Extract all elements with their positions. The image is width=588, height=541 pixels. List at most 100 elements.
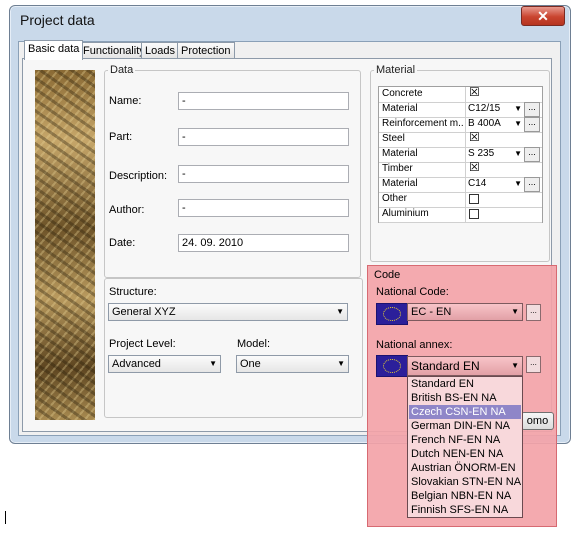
annex-option[interactable]: Belgian NBN-EN NA [409,489,521,503]
material-row-value-cell: ☒ [465,131,543,147]
chevron-down-icon: ▼ [209,359,217,368]
material-row: Material C14 ▼... [379,177,542,193]
chevron-down-icon: ▼ [337,359,345,368]
close-button[interactable]: ✕ [521,6,565,26]
material-more-button[interactable]: ... [524,102,540,117]
code-legend: Code [374,269,401,281]
material-row-label: Material [382,178,418,189]
material-grid: Concrete ☒ Material C12/15 ▼... Reinforcement… [378,86,543,223]
national-annex-value: Standard EN [411,359,480,373]
material-legend: Material [376,64,416,76]
material-row-value-cell: C14 ▼... [465,177,543,192]
annex-option[interactable]: Czech CSN-EN NA [409,405,521,419]
annex-option[interactable]: Standard EN [409,377,521,391]
eu-flag-icon [376,355,408,377]
structure-value: General XYZ [112,306,176,318]
material-more-button[interactable]: ... [524,147,540,162]
part-label: Part: [109,131,133,143]
chevron-down-icon: ▼ [336,307,344,316]
material-row-label: Material [382,148,418,159]
national-code-label: National Code: [376,286,449,298]
material-row-label: Aluminium [382,208,429,219]
material-checkbox[interactable] [469,194,479,204]
material-row-value-cell [465,207,543,222]
material-row: Timber ☒ [379,161,542,178]
name-input[interactable]: - [178,92,349,110]
material-checkbox[interactable]: ☒ [469,131,480,143]
material-row: Other [379,192,542,208]
material-row-value-cell: ☒ [465,86,543,102]
material-row-label: Steel [382,133,405,144]
annex-option[interactable]: Slovakian STN-EN NA [409,475,521,489]
material-checkbox[interactable]: ☒ [469,86,480,98]
chevron-down-icon: ▼ [511,361,519,370]
national-code-value: EC - EN [411,306,452,318]
national-code-more-button[interactable]: ... [526,304,541,321]
material-select[interactable]: C12/15 ▼ [466,102,523,116]
annex-option[interactable]: Finnish SFS-EN NA [409,503,521,517]
material-row: Steel ☒ [379,131,543,148]
tab-loads[interactable]: Loads [141,42,179,59]
annex-option[interactable]: French NF-EN NA [409,433,521,447]
decorative-image [35,70,95,420]
description-input[interactable]: - [178,165,349,183]
annex-option[interactable]: Austrian ÖNORM-EN [409,461,521,475]
annex-option[interactable]: British BS-EN NA [409,391,521,405]
material-row-label: Material [382,103,418,114]
material-select[interactable]: S 235 ▼ [466,147,523,161]
part-input[interactable]: - [178,128,349,146]
annex-option[interactable]: German DIN-EN NA [409,419,521,433]
annex-option[interactable]: Dutch NEN-EN NA [409,447,521,461]
project-level-value: Advanced [112,358,161,370]
project-level-label: Project Level: [109,338,176,350]
date-input[interactable]: 24. 09. 2010 [178,234,349,252]
material-row: Aluminium [379,207,542,223]
material-row-value-cell [465,192,543,207]
national-annex-more-button[interactable]: ... [526,356,541,373]
material-row: Reinforcement m... B 400A ▼... [379,117,542,133]
author-input[interactable]: - [178,199,349,217]
model-label: Model: [237,338,271,350]
project-level-select[interactable]: Advanced ▼ [108,355,221,373]
material-more-button[interactable]: ... [524,177,540,192]
national-annex-select[interactable]: Standard EN ▼ [407,356,523,376]
material-row: Material S 235 ▼... [379,147,542,163]
eu-flag-icon [376,303,408,325]
structure-select[interactable]: General XYZ ▼ [108,303,348,321]
name-label: Name: [109,95,142,107]
material-select-value: S 235 [468,148,495,159]
material-row-value-cell: C12/15 ▼... [465,102,543,117]
material-row-label: Timber [382,163,413,174]
material-row: Material C12/15 ▼... [379,102,542,118]
material-select-value: B 400A [468,118,501,129]
model-select[interactable]: One ▼ [236,355,349,373]
data-legend: Data [110,64,134,76]
chevron-down-icon: ▼ [514,179,522,188]
material-checkbox[interactable] [469,209,479,219]
tab-basic-data[interactable]: Basic data [24,40,84,60]
material-select[interactable]: B 400A ▼ [466,117,523,131]
window-title: Project data [20,12,95,28]
model-value: One [240,358,261,370]
tab-functionality[interactable]: Functionality [79,42,149,59]
national-annex-label: National annex: [376,339,453,351]
text-caret [5,511,6,524]
material-select-value: C12/15 [468,103,501,114]
material-row-label: Reinforcement m... [382,118,464,129]
national-annex-dropdown-list: Standard EN British BS-EN NA Czech CSN-EN … [407,376,523,518]
material-row: Concrete ☒ [379,86,543,103]
partial-button[interactable]: omo [521,412,554,430]
material-checkbox[interactable]: ☒ [469,161,480,173]
material-row-label: Concrete [382,88,423,99]
material-select[interactable]: C14 ▼ [466,177,523,191]
date-label: Date: [109,237,136,249]
chevron-down-icon: ▼ [514,104,522,113]
tab-protection[interactable]: Protection [177,42,235,59]
material-row-label: Other [382,193,408,204]
national-code-select[interactable]: EC - EN ▼ [407,303,523,321]
author-label: Author: [109,204,145,216]
material-more-button[interactable]: ... [524,117,540,132]
structure-label: Structure: [109,286,157,298]
chevron-down-icon: ▼ [514,149,522,158]
description-label: Description: [109,170,168,182]
